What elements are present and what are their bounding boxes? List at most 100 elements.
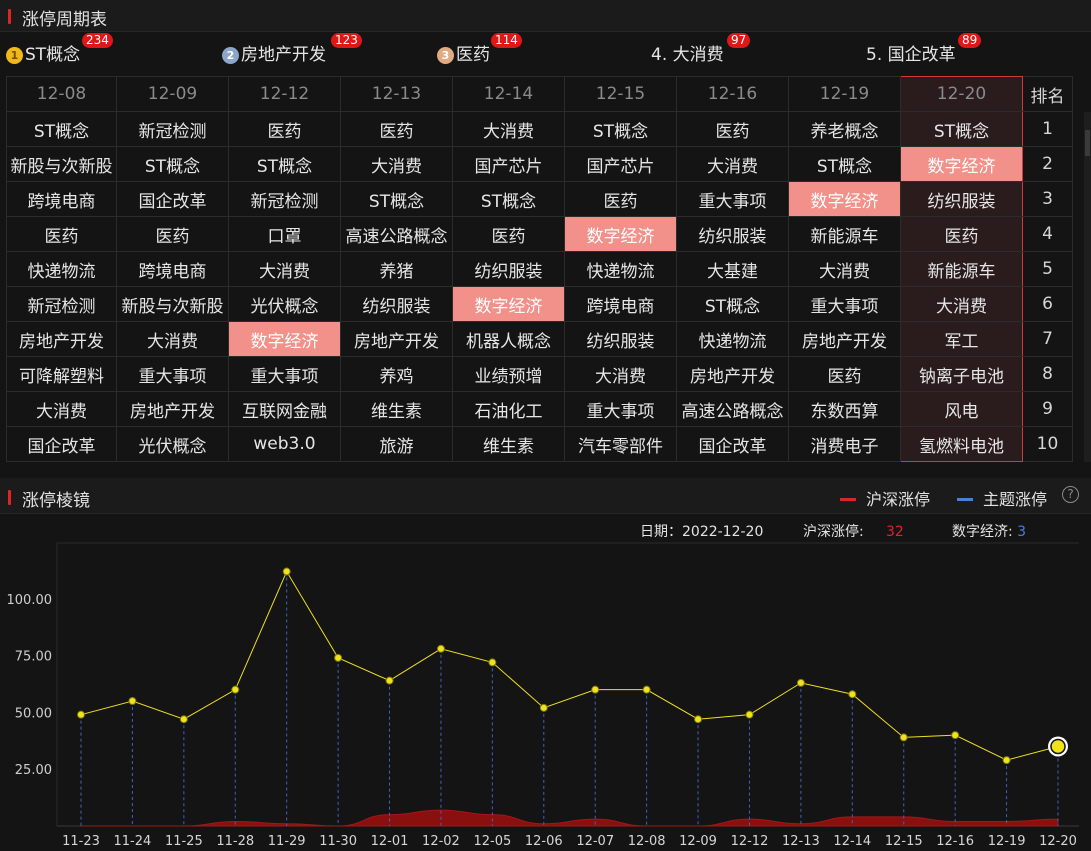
topic-cell[interactable]: 医药 xyxy=(900,216,1023,252)
topic-cell[interactable]: 风电 xyxy=(900,391,1023,427)
top-rank-item[interactable]: 5. 国企改革 89 xyxy=(866,33,982,66)
topic-cell[interactable]: web3.0 xyxy=(228,426,341,462)
date-column-header[interactable]: 12-15 xyxy=(564,76,677,112)
topic-cell[interactable]: 纺织服装 xyxy=(564,321,677,357)
topic-cell[interactable]: 石油化工 xyxy=(452,391,565,427)
date-column-header[interactable]: 12-14 xyxy=(452,76,565,112)
topic-cell[interactable]: 数字经济 xyxy=(452,286,565,322)
topic-cell[interactable]: 国企改革 xyxy=(116,181,229,217)
top-rank-item[interactable]: 1 ST概念 234 xyxy=(6,33,113,66)
date-column-header[interactable]: 12-20 xyxy=(900,76,1023,112)
topic-cell[interactable]: 房地产开发 xyxy=(788,321,901,357)
topic-cell[interactable]: 机器人概念 xyxy=(452,321,565,357)
topic-cell[interactable]: 大消费 xyxy=(228,251,341,287)
topic-cell[interactable]: 东数西算 xyxy=(788,391,901,427)
topic-cell[interactable]: 大消费 xyxy=(452,111,565,147)
topic-cell[interactable]: 国产芯片 xyxy=(452,146,565,182)
topic-cell[interactable]: 钠离子电池 xyxy=(900,356,1023,392)
topic-cell[interactable]: 房地产开发 xyxy=(6,321,117,357)
topic-cell[interactable]: 大基建 xyxy=(676,251,789,287)
topic-cell[interactable]: 旅游 xyxy=(340,426,453,462)
topic-cell[interactable]: 高速公路概念 xyxy=(340,216,453,252)
topic-cell[interactable]: 可降解塑料 xyxy=(6,356,117,392)
date-column-header[interactable]: 12-16 xyxy=(676,76,789,112)
topic-cell[interactable]: 新股与次新股 xyxy=(6,146,117,182)
topic-cell[interactable]: ST概念 xyxy=(452,181,565,217)
topic-cell[interactable]: 国产芯片 xyxy=(564,146,677,182)
topic-cell[interactable]: 大消费 xyxy=(116,321,229,357)
topic-cell[interactable]: 维生素 xyxy=(452,426,565,462)
topic-cell[interactable]: 数字经济 xyxy=(900,146,1023,182)
topic-cell[interactable]: 医药 xyxy=(228,111,341,147)
topic-cell[interactable]: 数字经济 xyxy=(228,321,341,357)
topic-cell[interactable]: 新能源车 xyxy=(788,216,901,252)
topic-cell[interactable]: 快递物流 xyxy=(564,251,677,287)
topic-cell[interactable]: 大消费 xyxy=(340,146,453,182)
topic-cell[interactable]: 大消费 xyxy=(900,286,1023,322)
topic-cell[interactable]: 纺织服装 xyxy=(340,286,453,322)
topic-cell[interactable]: 维生素 xyxy=(340,391,453,427)
help-icon[interactable]: ? xyxy=(1062,486,1079,503)
topic-cell[interactable]: 医药 xyxy=(564,181,677,217)
date-column-header[interactable]: 12-12 xyxy=(228,76,341,112)
topic-cell[interactable]: 重大事项 xyxy=(116,356,229,392)
topic-cell[interactable]: 大消费 xyxy=(564,356,677,392)
topic-cell[interactable]: ST概念 xyxy=(564,111,677,147)
topic-cell[interactable]: 医药 xyxy=(116,216,229,252)
topic-cell[interactable]: 大消费 xyxy=(676,146,789,182)
topic-cell[interactable]: 医药 xyxy=(452,216,565,252)
date-column-header[interactable]: 12-19 xyxy=(788,76,901,112)
table-scrollbar-thumb[interactable] xyxy=(1085,130,1090,156)
topic-cell[interactable]: 数字经济 xyxy=(564,216,677,252)
topic-cell[interactable]: 纺织服装 xyxy=(676,216,789,252)
topic-cell[interactable]: 医药 xyxy=(788,356,901,392)
topic-cell[interactable]: 新股与次新股 xyxy=(116,286,229,322)
topic-cell[interactable]: 跨境电商 xyxy=(564,286,677,322)
topic-cell[interactable]: 光伏概念 xyxy=(228,286,341,322)
topic-cell[interactable]: 口罩 xyxy=(228,216,341,252)
topic-cell[interactable]: 互联网金融 xyxy=(228,391,341,427)
topic-cell[interactable]: 医药 xyxy=(6,216,117,252)
topic-cell[interactable]: ST概念 xyxy=(676,286,789,322)
date-column-header[interactable]: 12-08 xyxy=(6,76,117,112)
topic-cell[interactable]: 业绩预增 xyxy=(452,356,565,392)
topic-cell[interactable]: 氢燃料电池 xyxy=(900,426,1023,462)
date-column-header[interactable]: 12-09 xyxy=(116,76,229,112)
topic-cell[interactable]: 重大事项 xyxy=(676,181,789,217)
topic-cell[interactable]: 房地产开发 xyxy=(340,321,453,357)
top-rank-item[interactable]: 4. 大消费 97 xyxy=(651,33,751,66)
topic-cell[interactable]: 医药 xyxy=(676,111,789,147)
topic-cell[interactable]: ST概念 xyxy=(116,146,229,182)
topic-cell[interactable]: 高速公路概念 xyxy=(676,391,789,427)
topic-cell[interactable]: ST概念 xyxy=(340,181,453,217)
date-column-header[interactable]: 12-13 xyxy=(340,76,453,112)
topic-cell[interactable]: ST概念 xyxy=(6,111,117,147)
topic-cell[interactable]: 数字经济 xyxy=(788,181,901,217)
table-scrollbar[interactable] xyxy=(1084,112,1091,462)
top-rank-item[interactable]: 3 医药 114 xyxy=(437,33,522,66)
topic-cell[interactable]: 医药 xyxy=(340,111,453,147)
topic-cell[interactable]: 重大事项 xyxy=(228,356,341,392)
limit-up-prism-chart[interactable]: 25.00 50.00 75.00 100.00 11-23 11-24 11-25 11-2… xyxy=(0,540,1091,851)
topic-cell[interactable]: 新冠检测 xyxy=(116,111,229,147)
topic-cell[interactable]: 纺织服装 xyxy=(452,251,565,287)
topic-cell[interactable]: 养猪 xyxy=(340,251,453,287)
legend-topic[interactable]: 主题涨停 xyxy=(957,486,1047,510)
topic-cell[interactable]: 新冠检测 xyxy=(228,181,341,217)
top-rank-item[interactable]: 2 房地产开发 123 xyxy=(222,33,362,66)
topic-cell[interactable]: 重大事项 xyxy=(788,286,901,322)
topic-cell[interactable]: ST概念 xyxy=(900,111,1023,147)
topic-cell[interactable]: 重大事项 xyxy=(564,391,677,427)
topic-cell[interactable]: ST概念 xyxy=(788,146,901,182)
topic-cell[interactable]: 房地产开发 xyxy=(116,391,229,427)
topic-cell[interactable]: 养老概念 xyxy=(788,111,901,147)
topic-cell[interactable]: 国企改革 xyxy=(676,426,789,462)
topic-cell[interactable]: 跨境电商 xyxy=(116,251,229,287)
topic-cell[interactable]: 国企改革 xyxy=(6,426,117,462)
topic-cell[interactable]: 新能源车 xyxy=(900,251,1023,287)
topic-cell[interactable]: 光伏概念 xyxy=(116,426,229,462)
topic-cell[interactable]: 快递物流 xyxy=(676,321,789,357)
topic-cell[interactable]: 跨境电商 xyxy=(6,181,117,217)
topic-cell[interactable]: 军工 xyxy=(900,321,1023,357)
topic-cell[interactable]: 汽车零部件 xyxy=(564,426,677,462)
